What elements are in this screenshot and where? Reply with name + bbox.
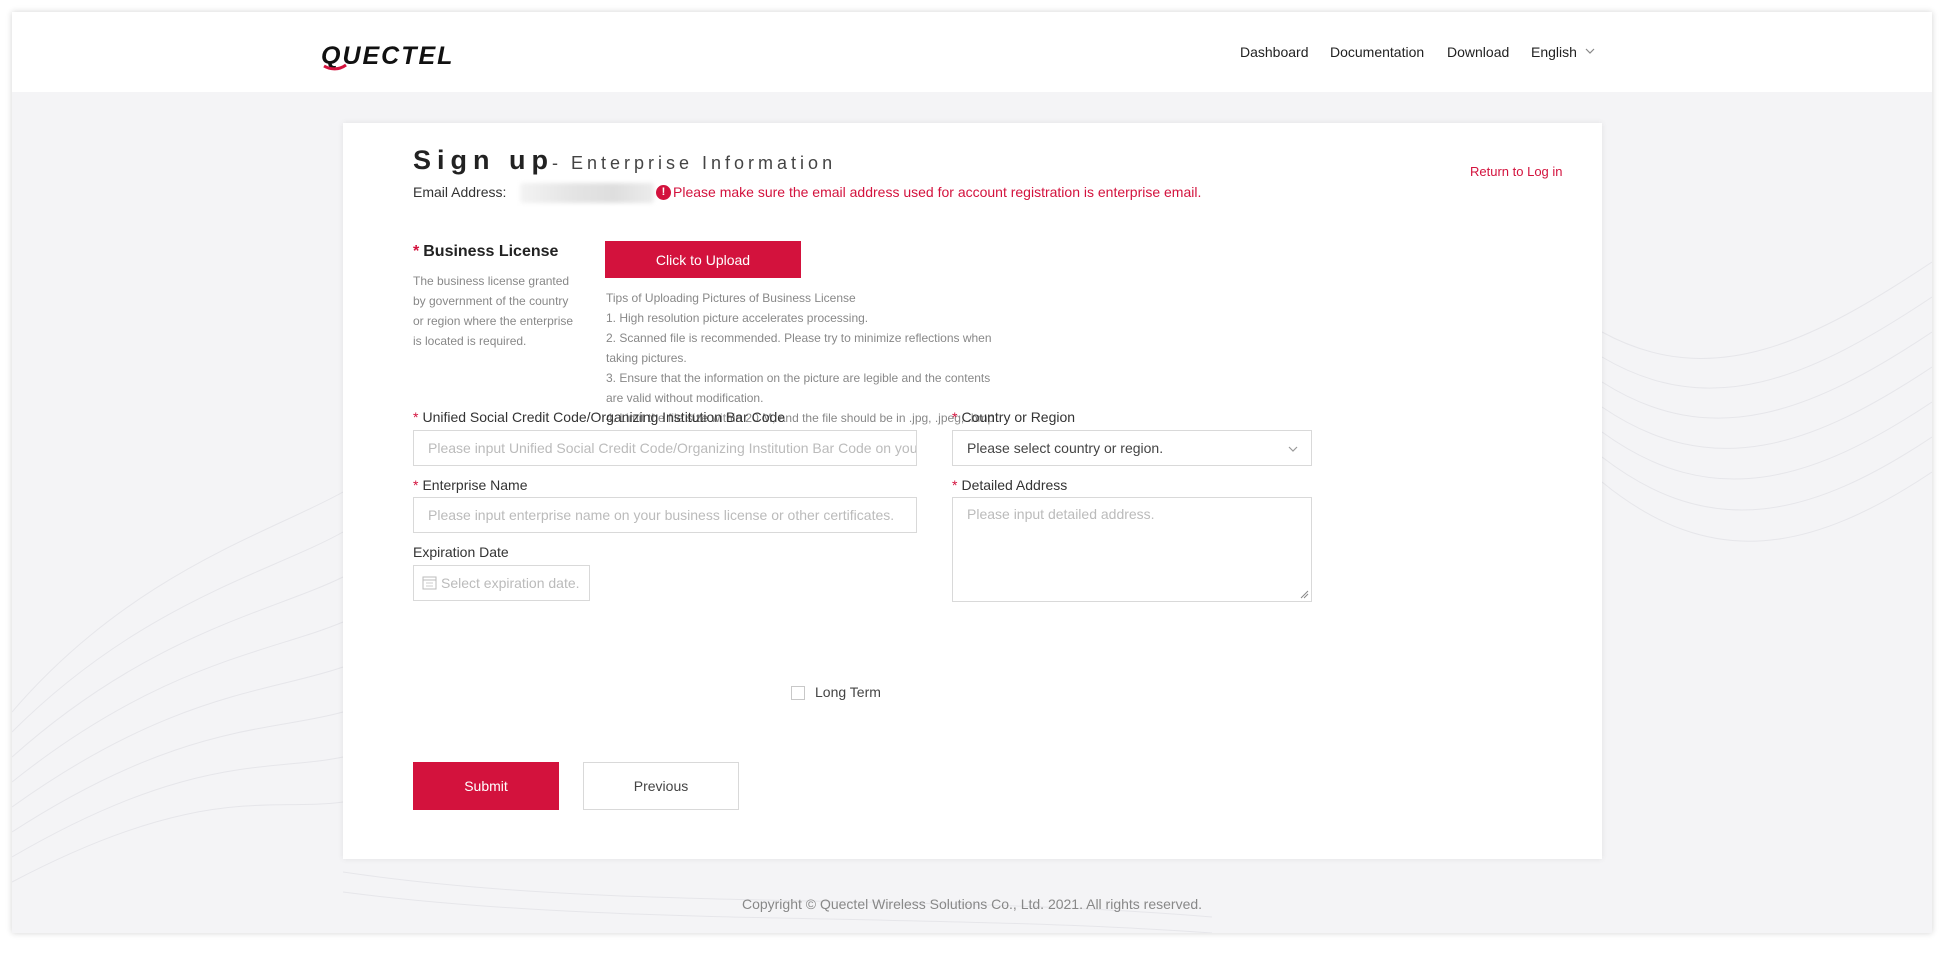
nav-dashboard[interactable]: Dashboard: [1240, 44, 1309, 60]
language-selector[interactable]: English: [1531, 44, 1595, 60]
country-select[interactable]: Please select country or region.: [952, 430, 1312, 466]
email-address-label: Email Address:: [413, 184, 507, 200]
tips-line: Tips of Uploading Pictures of Business L…: [606, 291, 856, 305]
language-label: English: [1531, 44, 1577, 60]
svg-text:QUECTEL: QUECTEL: [321, 42, 454, 70]
long-term-label[interactable]: Long Term: [815, 684, 881, 700]
page-subtitle: - Enterprise Information: [552, 153, 837, 173]
tips-line: 3. Ensure that the information on the pi…: [606, 371, 991, 405]
required-mark: *: [413, 477, 419, 493]
business-license-title: * Business License: [413, 243, 558, 261]
required-mark: *: [952, 409, 958, 425]
chevron-down-icon: [1288, 446, 1298, 452]
enterprise-name-label: * Enterprise Name: [413, 477, 528, 493]
upload-button[interactable]: Click to Upload: [605, 241, 801, 278]
address-textarea[interactable]: Please input detailed address.: [952, 497, 1312, 602]
enterprise-name-input[interactable]: Please input enterprise name on your bus…: [413, 497, 917, 533]
email-warning-text: Please make sure the email address used …: [673, 184, 1202, 200]
credit-code-input[interactable]: Please input Unified Social Credit Code/…: [413, 430, 917, 466]
credit-code-label: * Unified Social Credit Code/Organizing I…: [413, 409, 786, 425]
tips-line: 1. High resolution picture accelerates p…: [606, 311, 869, 325]
previous-button[interactable]: Previous: [583, 762, 739, 810]
submit-button[interactable]: Submit: [413, 762, 559, 810]
address-label: * Detailed Address: [952, 477, 1068, 493]
page-title: Sign up: [413, 145, 554, 175]
quectel-logo[interactable]: QUECTEL: [321, 37, 491, 71]
signup-card: Sign up - Enterprise Information Return …: [343, 123, 1602, 859]
top-navigation-bar: QUECTEL Dashboard Documentation Download…: [12, 12, 1932, 92]
browser-viewport: QUECTEL Dashboard Documentation Download…: [12, 12, 1932, 933]
expiration-date-picker[interactable]: Select expiration date.: [413, 565, 590, 601]
warning-icon: !: [656, 185, 671, 200]
nav-download[interactable]: Download: [1447, 44, 1509, 60]
tips-line: 2. Scanned file is recommended. Please t…: [606, 331, 992, 365]
business-license-description: The business license granted by governme…: [413, 274, 574, 348]
country-select-placeholder: Please select country or region.: [967, 440, 1164, 456]
email-address-value-redacted: [520, 183, 654, 203]
calendar-icon: [422, 576, 437, 590]
chevron-down-icon: [1585, 48, 1595, 54]
resize-handle-icon[interactable]: [1299, 589, 1309, 599]
nav-documentation[interactable]: Documentation: [1330, 44, 1424, 60]
address-placeholder: Please input detailed address.: [967, 506, 1155, 522]
required-mark: *: [413, 243, 420, 260]
long-term-checkbox[interactable]: [791, 686, 805, 700]
return-to-login-link[interactable]: Return to Log in: [1470, 164, 1563, 179]
expiration-date-placeholder: Select expiration date.: [441, 575, 580, 591]
footer-copyright: Copyright © Quectel Wireless Solutions C…: [741, 896, 1203, 912]
country-label: * Country or Region: [952, 409, 1076, 425]
business-license-label: Business License: [423, 243, 559, 260]
required-mark: *: [952, 477, 958, 493]
expiration-date-label: Expiration Date: [413, 544, 509, 560]
required-mark: *: [413, 409, 419, 425]
